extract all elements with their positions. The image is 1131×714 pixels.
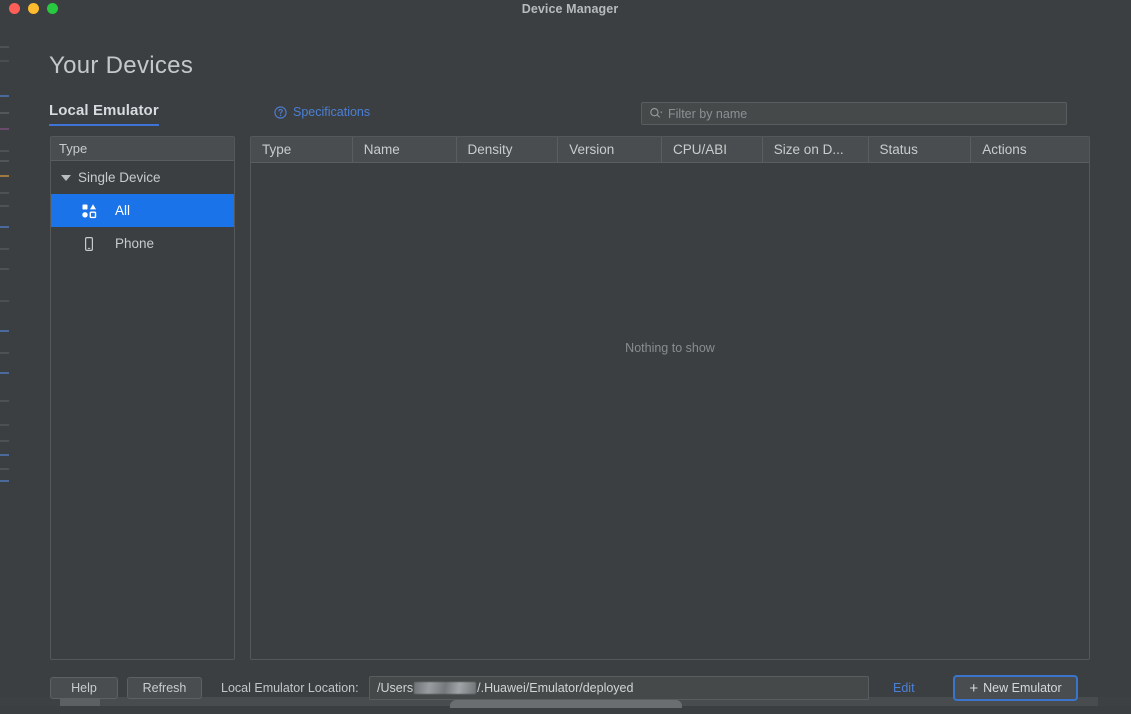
window-titlebar: Device Manager xyxy=(9,0,1131,22)
device-table: Type Name Density Version CPU/ABI Size o… xyxy=(250,136,1090,660)
column-header-cpu-abi[interactable]: CPU/ABI xyxy=(662,137,763,162)
tab-bar: Local Emulator xyxy=(49,102,159,126)
plus-icon: + xyxy=(969,681,978,696)
refresh-button[interactable]: Refresh xyxy=(127,677,202,699)
tree-item-single-device[interactable]: Single Device xyxy=(51,161,234,194)
window-title: Device Manager xyxy=(9,0,1131,18)
location-path-prefix: /Users xyxy=(377,681,413,695)
column-header-actions[interactable]: Actions xyxy=(971,137,1089,162)
tree-item-label: Phone xyxy=(115,236,154,251)
column-header-status[interactable]: Status xyxy=(869,137,972,162)
redacted-username xyxy=(414,682,476,694)
filter-field[interactable] xyxy=(641,102,1067,125)
location-path-suffix: /.Huawei/Emulator/deployed xyxy=(477,681,633,695)
location-label: Local Emulator Location: xyxy=(221,681,359,695)
column-header-version[interactable]: Version xyxy=(558,137,662,162)
search-input[interactable] xyxy=(668,107,1059,121)
column-header-size-on-disk[interactable]: Size on D... xyxy=(763,137,869,162)
column-header-name[interactable]: Name xyxy=(353,137,457,162)
column-header-type[interactable]: Type xyxy=(251,137,353,162)
device-type-tree: Type Single Device All xyxy=(50,136,235,660)
column-header-density[interactable]: Density xyxy=(457,137,559,162)
caret-down-icon[interactable] xyxy=(61,175,71,181)
table-header-row: Type Name Density Version CPU/ABI Size o… xyxy=(251,137,1089,163)
new-emulator-button[interactable]: + New Emulator xyxy=(953,675,1078,701)
tree-item-phone[interactable]: Phone xyxy=(51,227,234,260)
tab-local-emulator[interactable]: Local Emulator xyxy=(49,102,159,126)
background-window-sliver xyxy=(0,0,9,706)
local-emulator-location-field[interactable]: /Users /.Huawei/Emulator/deployed xyxy=(369,676,869,700)
page-title: Your Devices xyxy=(49,52,193,80)
table-body: Nothing to show xyxy=(251,163,1089,659)
window-content: Your Devices Local Emulator Specificatio… xyxy=(9,22,1131,697)
specifications-label: Specifications xyxy=(293,105,370,119)
bottom-toolbar: Help Refresh Local Emulator Location: /U… xyxy=(9,664,1131,714)
tree-item-label: All xyxy=(115,203,130,218)
tree-item-all[interactable]: All xyxy=(51,194,234,227)
tree-header-type: Type xyxy=(51,137,234,161)
phone-icon xyxy=(81,236,97,252)
specifications-link[interactable]: Specifications xyxy=(274,105,370,119)
edit-location-link[interactable]: Edit xyxy=(893,681,915,695)
search-icon[interactable] xyxy=(649,107,663,120)
device-manager-window: Device Manager Your Devices Local Emulat… xyxy=(9,0,1131,697)
tree-item-label: Single Device xyxy=(78,170,161,185)
new-emulator-label: New Emulator xyxy=(983,681,1062,695)
help-button[interactable]: Help xyxy=(50,677,118,699)
empty-state-message: Nothing to show xyxy=(251,341,1089,355)
help-circle-icon xyxy=(274,106,287,119)
shapes-grid-icon xyxy=(81,203,97,219)
